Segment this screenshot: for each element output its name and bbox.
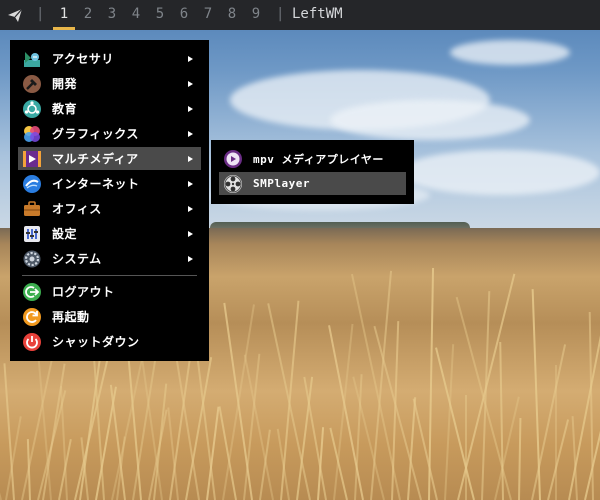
settings-icon: [22, 224, 42, 244]
submenu-arrow-icon: [188, 105, 193, 112]
menu-item-label: アクセサリ: [52, 52, 114, 66]
menu-item-development[interactable]: 開発: [18, 72, 201, 95]
workspace-tag[interactable]: 6: [174, 6, 194, 22]
menu-item-reboot[interactable]: 再起動: [18, 305, 201, 328]
active-tag-indicator: [53, 27, 75, 30]
menu-item-internet[interactable]: インターネット: [18, 172, 201, 195]
menu-item-smplayer[interactable]: SMPlayer: [219, 172, 406, 195]
submenu-arrow-icon: [188, 155, 193, 162]
menu-item-label: インターネット: [52, 177, 140, 191]
menu-item-accessories[interactable]: アクセサリ: [18, 47, 201, 70]
workspace-tag[interactable]: 8: [222, 6, 242, 22]
menu-item-shutdown[interactable]: シャットダウン: [18, 330, 201, 353]
menu-item-label: SMPlayer: [253, 177, 310, 190]
accessories-icon: [22, 49, 42, 69]
top-bar: | 123456789 | LeftWM: [0, 0, 600, 30]
application-menu: アクセサリ開発教育グラフィックス マルチメディア インターネット オフィス設定システム…: [10, 40, 209, 361]
development-icon: [22, 74, 42, 94]
submenu-arrow-icon: [188, 205, 193, 212]
menu-item-label: グラフィックス: [52, 127, 139, 141]
workspace-tag[interactable]: 4: [126, 6, 146, 22]
menu-item-label: オフィス: [52, 202, 102, 216]
menu-item-education[interactable]: 教育: [18, 97, 201, 120]
launcher-icon[interactable]: [5, 5, 25, 25]
menu-item-label: 再起動: [52, 310, 90, 324]
submenu-arrow-icon: [188, 130, 193, 137]
internet-icon: [22, 174, 42, 194]
workspace-tag[interactable]: 1: [54, 6, 74, 22]
menu-item-system[interactable]: システム: [18, 247, 201, 270]
office-icon: [22, 199, 42, 219]
topbar-separator: |: [36, 6, 45, 22]
menu-item-label: 開発: [52, 77, 78, 91]
menu-item-label: マルチメディア: [52, 152, 139, 166]
submenu-arrow-icon: [188, 55, 193, 62]
menu-item-label: システム: [52, 252, 102, 266]
menu-item-label: シャットダウン: [52, 335, 140, 349]
workspace-tag[interactable]: 3: [102, 6, 122, 22]
menu-item-label: mpv メディアプレイヤー: [253, 152, 384, 166]
workspace-tag[interactable]: 5: [150, 6, 170, 22]
menu-item-office[interactable]: オフィス: [18, 197, 201, 220]
multimedia-icon: [22, 149, 42, 169]
workspace-tag[interactable]: 9: [246, 6, 266, 22]
logout-icon: [22, 282, 42, 302]
shutdown-icon: [22, 332, 42, 352]
menu-item-label: ログアウト: [52, 285, 115, 299]
menu-item-graphics[interactable]: グラフィックス: [18, 122, 201, 145]
workspace-tag[interactable]: 7: [198, 6, 218, 22]
mpv-icon: [223, 149, 243, 169]
submenu-arrow-icon: [188, 80, 193, 87]
submenu-arrow-icon: [188, 230, 193, 237]
menu-item-label: 教育: [52, 102, 78, 116]
menu-item-logout[interactable]: ログアウト: [18, 280, 201, 303]
multimedia-submenu: mpv メディアプレイヤー SMPlayer: [211, 140, 414, 204]
window-manager-title: LeftWM: [292, 6, 343, 22]
submenu-arrow-icon: [188, 255, 193, 262]
menu-item-mpv[interactable]: mpv メディアプレイヤー: [219, 147, 406, 170]
menu-item-settings[interactable]: 設定: [18, 222, 201, 245]
topbar-separator: |: [276, 6, 285, 22]
submenu-arrow-icon: [188, 180, 193, 187]
menu-separator: [22, 275, 197, 276]
smplayer-icon: [223, 174, 243, 194]
workspace-tag[interactable]: 2: [78, 6, 98, 22]
system-icon: [22, 249, 42, 269]
menu-item-multimedia[interactable]: マルチメディア: [18, 147, 201, 170]
reboot-icon: [22, 307, 42, 327]
graphics-icon: [22, 124, 42, 144]
education-icon: [22, 99, 42, 119]
menu-item-label: 設定: [52, 227, 78, 241]
